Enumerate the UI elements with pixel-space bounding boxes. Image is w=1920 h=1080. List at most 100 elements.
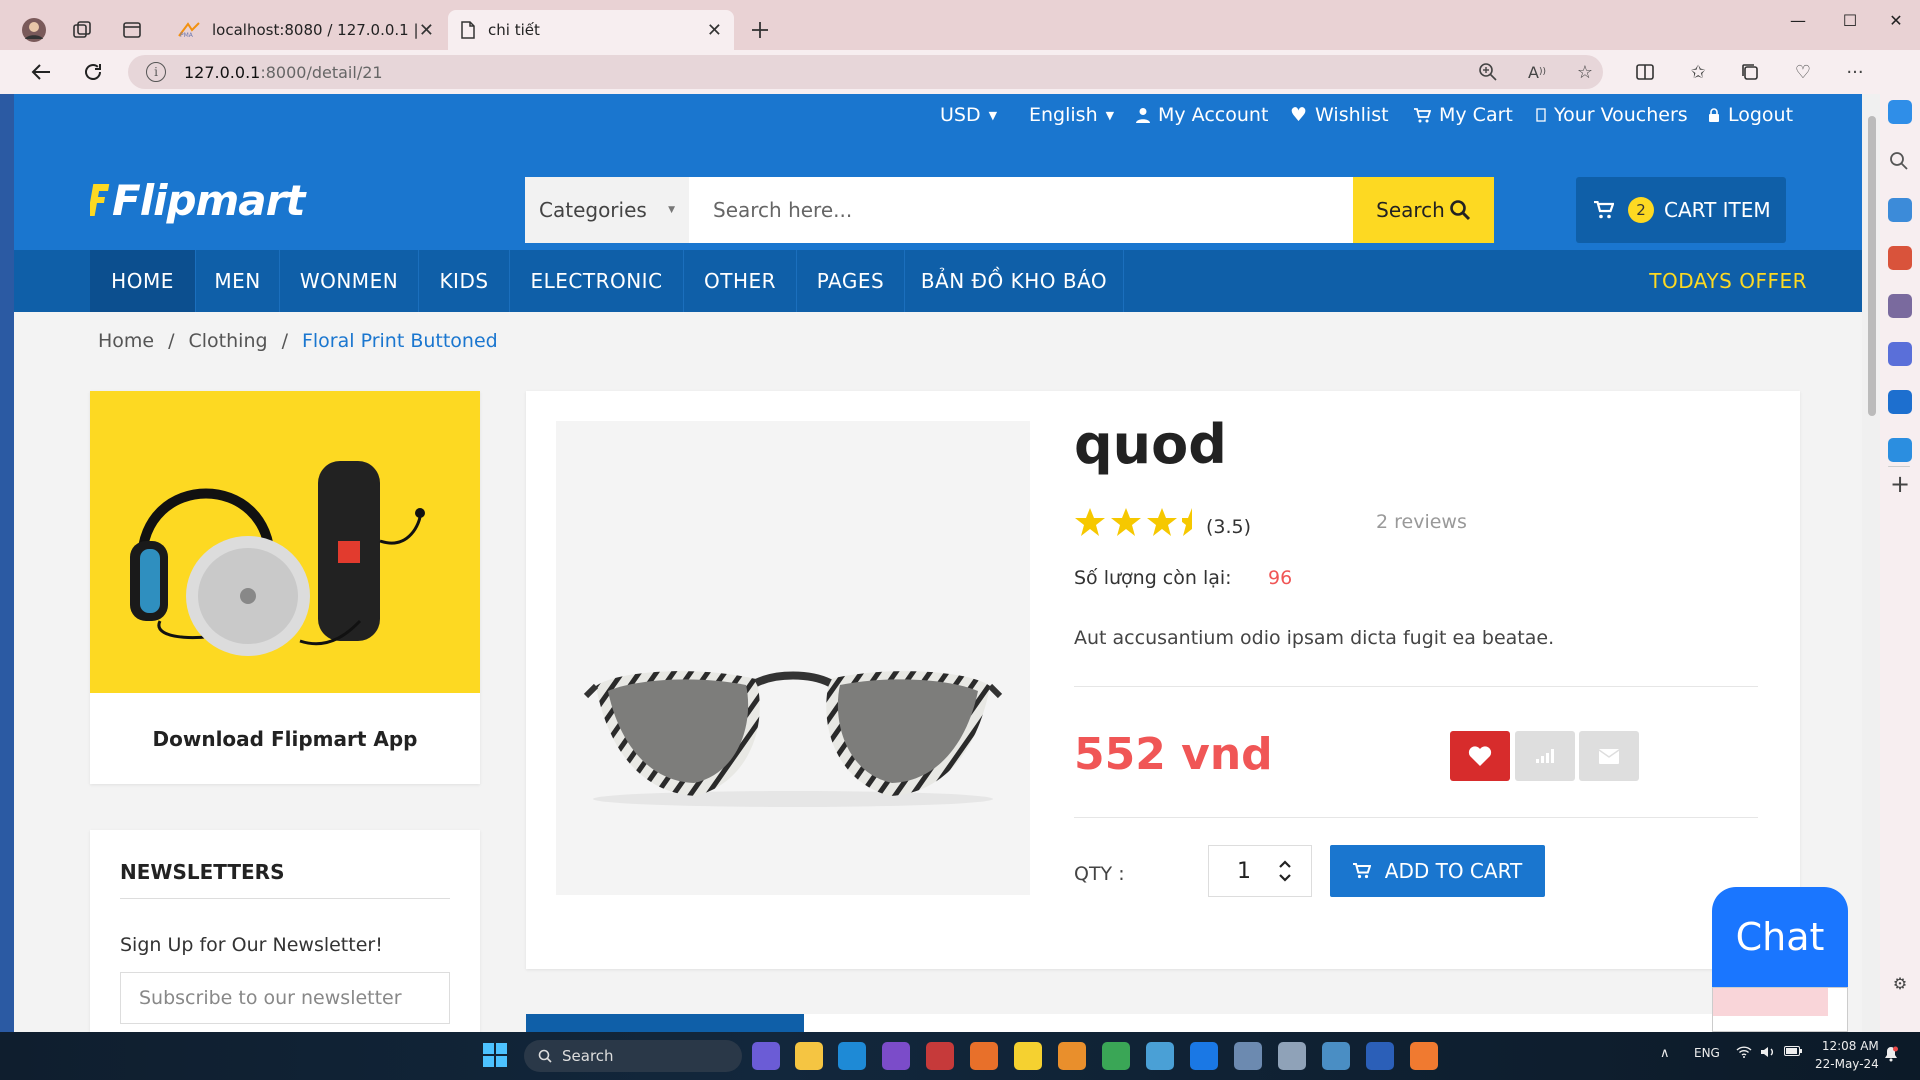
refresh-icon[interactable] <box>78 57 108 87</box>
compare-button[interactable] <box>1515 731 1575 781</box>
clock[interactable]: 12:08 AM 22-May-24 <box>1815 1037 1879 1073</box>
visual-studio-icon[interactable] <box>882 1042 910 1070</box>
my-account-link[interactable]: My Account <box>1136 104 1268 126</box>
search-input[interactable]: Search here... <box>689 177 1353 243</box>
zoom-icon[interactable] <box>1473 57 1503 87</box>
breadcrumb-home[interactable]: Home <box>98 330 154 352</box>
reviews-link[interactable]: 2 reviews <box>1376 511 1467 533</box>
product-image[interactable] <box>556 421 1030 895</box>
active-tab-indicator[interactable] <box>526 1014 804 1032</box>
notification-bell-icon[interactable] <box>1884 1046 1898 1062</box>
outlook-icon[interactable] <box>1888 390 1912 414</box>
todays-offer-link[interactable]: TODAYS OFFER <box>1649 250 1807 312</box>
split-screen-icon[interactable] <box>1630 57 1660 87</box>
volume-icon[interactable] <box>1760 1046 1776 1058</box>
sticky-notes-icon[interactable] <box>1014 1042 1042 1070</box>
browser-essentials-icon[interactable]: ♡ <box>1788 57 1818 87</box>
tools-icon[interactable] <box>1888 246 1912 270</box>
back-arrow-icon[interactable] <box>26 57 56 87</box>
url-field[interactable]: i 127.0.0.1:8000/detail/21 <box>128 55 1603 89</box>
vouchers-link[interactable]: Your Vouchers <box>1536 104 1688 126</box>
file-explorer-icon[interactable] <box>795 1042 823 1070</box>
minimize-icon[interactable]: — <box>1774 8 1822 32</box>
chevron-up-icon[interactable]: ∧ <box>1660 1046 1670 1061</box>
quantity-value[interactable]: 1 <box>1209 859 1279 884</box>
word-icon[interactable] <box>1366 1042 1394 1070</box>
games-icon[interactable] <box>1888 294 1912 318</box>
search-icon[interactable] <box>1888 150 1912 174</box>
nav-men[interactable]: MEN <box>196 250 280 312</box>
new-tab-icon[interactable] <box>746 16 774 44</box>
more-options-icon[interactable]: ··· <box>1840 57 1870 87</box>
nav-pages[interactable]: PAGES <box>797 250 905 312</box>
language-dropdown[interactable]: English ▼ <box>1029 104 1114 126</box>
nav-other[interactable]: OTHER <box>684 250 797 312</box>
decrement-arrow-icon[interactable] <box>1279 874 1291 882</box>
categories-dropdown[interactable]: Categories ▼ <box>525 177 689 243</box>
logout-link[interactable]: Logout <box>1708 104 1793 126</box>
copilot-icon[interactable] <box>1888 100 1912 124</box>
workspaces-icon[interactable] <box>68 16 96 44</box>
favorites-icon[interactable]: ✩ <box>1683 57 1713 87</box>
add-to-cart-button[interactable]: ADD TO CART <box>1330 845 1545 897</box>
quantity-stepper[interactable]: 1 <box>1208 845 1312 897</box>
nav-home[interactable]: HOME <box>90 250 196 312</box>
photos-icon[interactable] <box>1234 1042 1262 1070</box>
breadcrumb-clothing[interactable]: Clothing <box>189 330 268 352</box>
site-info-icon[interactable]: i <box>146 62 166 82</box>
vscode-icon[interactable] <box>838 1042 866 1070</box>
tab-chi-tiet[interactable]: chi tiết ✕ <box>448 10 734 50</box>
firefox-icon[interactable] <box>970 1042 998 1070</box>
app-icon[interactable] <box>1322 1042 1350 1070</box>
app-icon[interactable] <box>926 1042 954 1070</box>
chrome-icon[interactable] <box>1102 1042 1130 1070</box>
add-sidebar-app-icon[interactable]: + <box>1888 472 1912 496</box>
sidebar-settings-icon[interactable]: ⚙ <box>1888 974 1912 998</box>
read-aloud-icon[interactable]: A)) <box>1522 57 1552 87</box>
flipmart-logo[interactable]: Flipmart <box>90 172 305 228</box>
collections-icon[interactable] <box>1735 57 1765 87</box>
wifi-icon[interactable] <box>1736 1046 1752 1058</box>
newsletter-email-input[interactable]: Subscribe to our newsletter <box>120 972 450 1024</box>
tab-phpmyadmin[interactable]: PMA localhost:8080 / 127.0.0.1 | phpMyAd… <box>166 10 446 50</box>
settings-icon[interactable] <box>1278 1042 1306 1070</box>
microsoft365-icon[interactable] <box>1888 342 1912 366</box>
battery-icon[interactable] <box>1784 1046 1802 1056</box>
currency-dropdown[interactable]: USD ▼ <box>940 104 997 126</box>
start-button-icon[interactable] <box>482 1042 510 1070</box>
add-to-wishlist-button[interactable] <box>1450 731 1510 781</box>
nav-wonmen[interactable]: WONMEN <box>280 250 419 312</box>
page-scrollbar[interactable] <box>1862 94 1880 1032</box>
envelope-icon <box>1599 748 1619 764</box>
cart-button[interactable]: 2 CART ITEM <box>1576 177 1786 243</box>
send-icon[interactable] <box>1888 438 1912 462</box>
breadcrumb-current[interactable]: Floral Print Buttoned <box>302 330 498 352</box>
taskbar-search[interactable]: Search <box>524 1040 742 1072</box>
close-tab-icon[interactable]: ✕ <box>707 20 722 41</box>
chat-button[interactable]: Chat <box>1712 887 1848 987</box>
zalo-icon[interactable] <box>1190 1042 1218 1070</box>
task-view-icon[interactable] <box>752 1042 780 1070</box>
maximize-icon[interactable]: ☐ <box>1826 8 1874 32</box>
app-icon[interactable] <box>1058 1042 1086 1070</box>
download-app-card[interactable]: Download Flipmart App <box>90 391 480 784</box>
edge-icon[interactable] <box>1146 1042 1174 1070</box>
close-tab-icon[interactable]: ✕ <box>419 20 434 41</box>
input-language[interactable]: ENG <box>1694 1046 1720 1060</box>
my-cart-link[interactable]: My Cart <box>1414 104 1513 126</box>
email-share-button[interactable] <box>1579 731 1639 781</box>
nav-electronic[interactable]: ELECTRONIC <box>510 250 684 312</box>
wishlist-link[interactable]: ♥ Wishlist <box>1290 104 1389 126</box>
search-button[interactable]: Search <box>1353 177 1494 243</box>
tab-actions-icon[interactable] <box>118 16 146 44</box>
profile-avatar-icon[interactable] <box>20 16 48 44</box>
favorite-star-icon[interactable]: ☆ <box>1570 57 1600 87</box>
increment-arrow-icon[interactable] <box>1279 860 1291 868</box>
close-window-icon[interactable]: ✕ <box>1872 8 1920 32</box>
shopping-icon[interactable] <box>1888 198 1912 222</box>
nav-kids[interactable]: KIDS <box>419 250 510 312</box>
nav-ban-do-kho-bao[interactable]: BẢN ĐỒ KHO BÁO <box>905 250 1124 312</box>
chat-frame[interactable] <box>1712 987 1848 1032</box>
scrollbar-thumb[interactable] <box>1868 116 1876 416</box>
xampp-icon[interactable] <box>1410 1042 1438 1070</box>
